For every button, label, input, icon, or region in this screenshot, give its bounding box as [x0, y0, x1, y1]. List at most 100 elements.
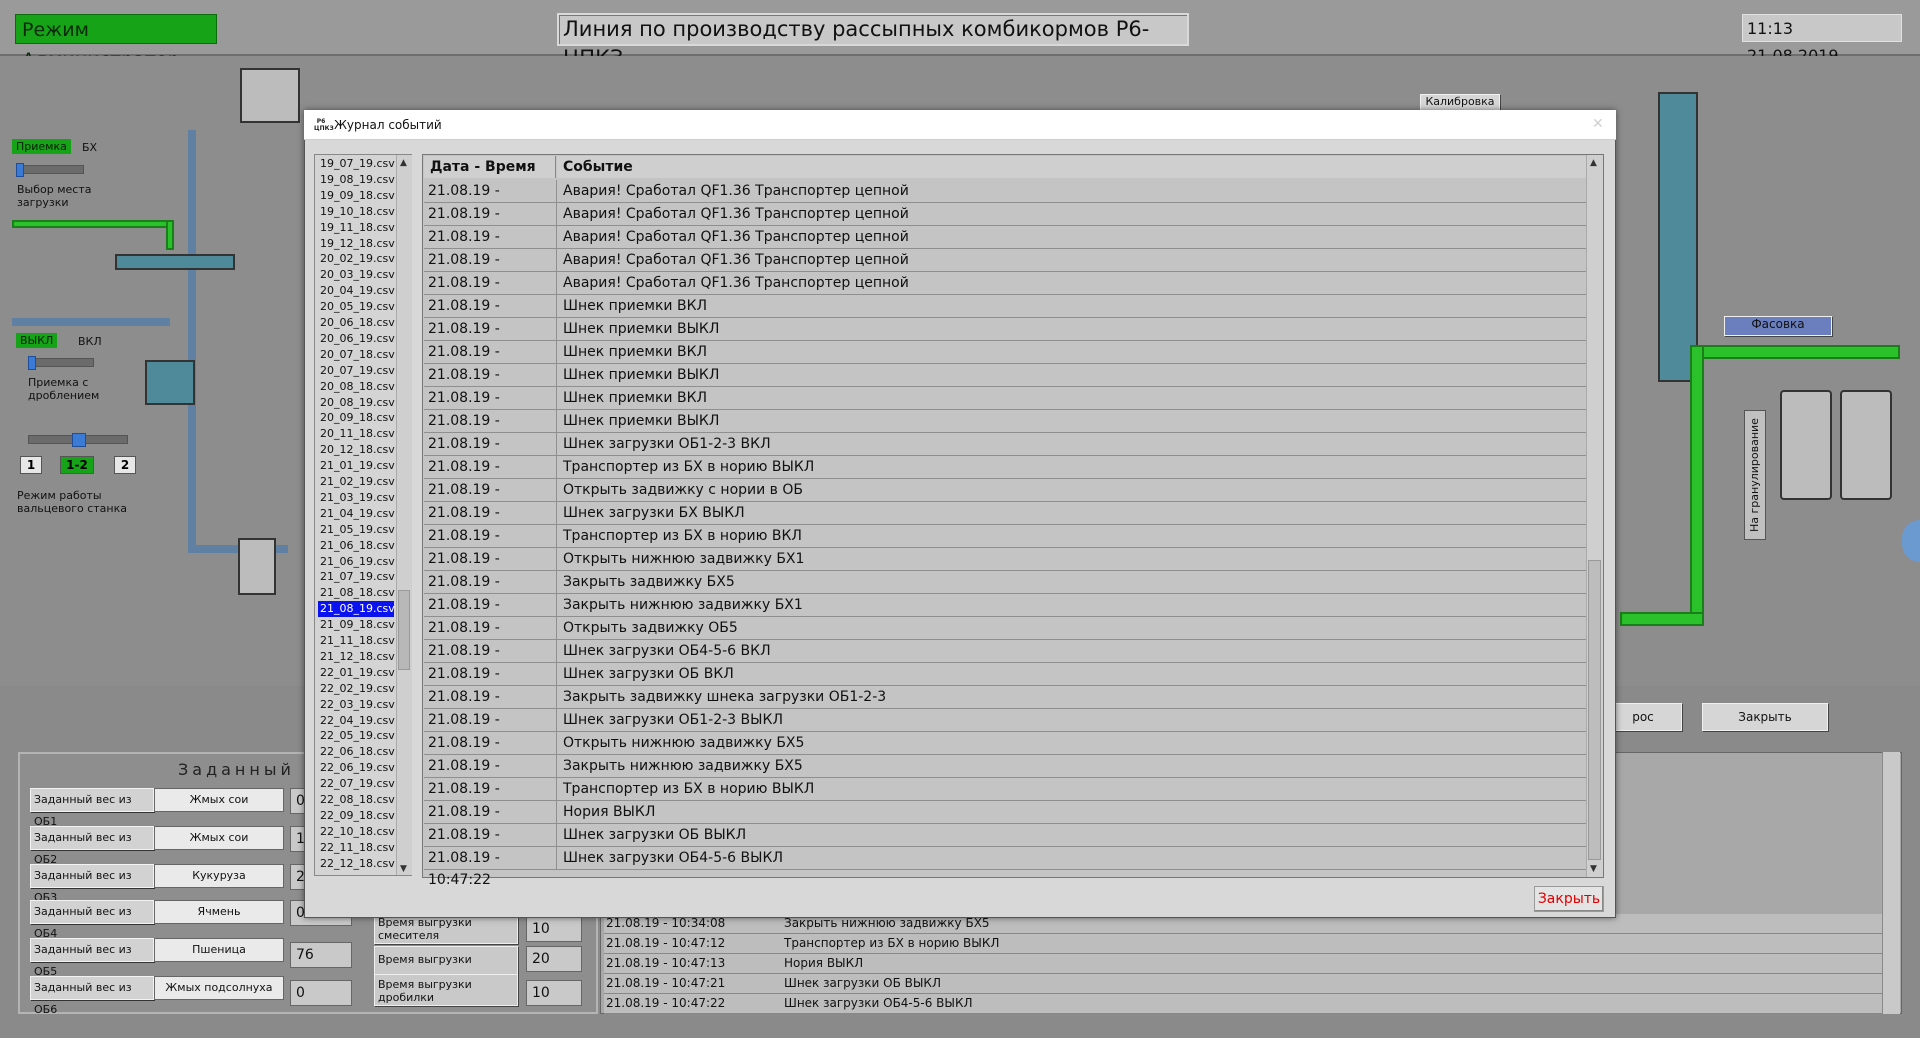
crush-toggle-right[interactable]: ВКЛ — [78, 335, 102, 348]
table-row[interactable]: 21.08.19 - 10:47:21Шнек загрузки ОБ ВЫКЛ — [424, 824, 1586, 865]
file-item[interactable]: 22_04_19.csv — [318, 713, 395, 729]
file-item[interactable]: 22_09_18.csv — [318, 808, 395, 824]
file-item[interactable]: 20_08_18.csv — [318, 379, 395, 395]
file-item[interactable]: 19_08_19.csv — [318, 172, 395, 188]
file-item[interactable]: 19_07_19.csv — [318, 156, 395, 172]
file-item[interactable]: 22_08_18.csv — [318, 792, 395, 808]
table-row[interactable]: 21.08.19 - 10:02:14Шнек приемки ВКЛ — [424, 341, 1586, 382]
events-scroll-up-icon[interactable]: ▲ — [1590, 158, 1597, 168]
file-item[interactable]: 19_10_18.csv — [318, 204, 395, 220]
table-row[interactable]: 21.08.19 - 10:24:28Закрыть нижнюю задвиж… — [424, 594, 1586, 635]
weight-label-ob4[interactable]: Заданный вес из ОБ4 — [30, 900, 154, 940]
dialog-titlebar[interactable] — [304, 110, 1616, 140]
file-item[interactable]: 21_08_18.csv — [318, 585, 395, 601]
file-item[interactable]: 21_02_19.csv — [318, 474, 395, 490]
weight-label-ob2[interactable]: Заданный вес из ОБ2 — [30, 826, 154, 866]
packing-button[interactable]: Фасовка — [1724, 316, 1832, 336]
file-item[interactable]: 22_05_19.csv — [318, 728, 395, 744]
granulation-label[interactable]: На гранулирование — [1744, 410, 1766, 540]
table-row[interactable]: 21.08.19 - 10:34:08Закрыть нижнюю задвиж… — [424, 755, 1586, 796]
table-row[interactable]: 21.08.19 - 10:29:06Шнек загрузки ОБ4-5-6… — [424, 640, 1586, 681]
events-scroll-thumb[interactable] — [1588, 560, 1601, 860]
crush-slider[interactable] — [28, 358, 94, 367]
file-item[interactable]: 19_11_18.csv — [318, 220, 395, 236]
weight-material-ob4[interactable]: Ячмень — [154, 900, 284, 924]
file-item[interactable]: 22_02_19.csv — [318, 681, 395, 697]
table-row[interactable]: 21.08.19 - 10:01:54Авария! Сработал QF1.… — [424, 272, 1586, 313]
file-item[interactable]: 21_01_19.csv — [318, 458, 395, 474]
plant-close-button[interactable]: Закрыть — [1702, 703, 1828, 731]
roller-mode-knob[interactable] — [72, 433, 86, 447]
table-row[interactable]: 21.08.19 - 10:02:16Шнек приемки ВЫКЛ — [424, 364, 1586, 405]
table-row[interactable]: 21.08.19 - 10:01:22Авария! Сработал QF1.… — [424, 249, 1586, 290]
file-item[interactable]: 22_06_18.csv — [318, 744, 395, 760]
file-item[interactable]: 21_06_19.csv — [318, 554, 395, 570]
table-row[interactable]: 21.08.19 - 10:20:21Шнек загрузки ОБ1-2-3… — [424, 433, 1586, 474]
weight-material-ob2[interactable]: Жмых сои — [154, 826, 284, 850]
load-place-knob[interactable] — [16, 163, 24, 177]
weight-material-ob1[interactable]: Жмых сои — [154, 788, 284, 812]
file-item[interactable]: 21_05_19.csv — [318, 522, 395, 538]
weight-material-ob6[interactable]: Жмых подсолнуха — [154, 976, 284, 1000]
file-item[interactable]: 20_12_18.csv — [318, 442, 395, 458]
file-item[interactable]: 21_12_18.csv — [318, 649, 395, 665]
file-item[interactable]: 20_03_19.csv — [318, 267, 395, 283]
file-item[interactable]: 21_09_18.csv — [318, 617, 395, 633]
file-item[interactable]: 20_07_18.csv — [318, 347, 395, 363]
time-value-crusher[interactable]: 10 — [526, 980, 582, 1006]
table-row[interactable]: 21.08.19 - 10:20:13Шнек приемки ВЫКЛ — [424, 410, 1586, 451]
receiving-toggle-right[interactable]: БХ — [82, 141, 97, 154]
file-item[interactable]: 20_06_19.csv — [318, 331, 395, 347]
screw-conveyor-receiving[interactable] — [115, 254, 235, 270]
table-row[interactable]: 21.08.19 - 10:29:14Шнек загрузки ОБ1-2-3… — [424, 709, 1586, 750]
file-item[interactable]: 22_12_18.csv — [318, 856, 395, 872]
file-item[interactable]: 21_11_18.csv — [318, 633, 395, 649]
file-item[interactable]: 19_09_18.csv — [318, 188, 395, 204]
weight-value-ob6[interactable]: 0 — [290, 980, 352, 1006]
crush-toggle-left[interactable]: ВЫКЛ — [16, 333, 58, 348]
receiving-toggle-left[interactable]: Приемка — [12, 139, 71, 154]
file-item[interactable]: 22_07_19.csv — [318, 776, 395, 792]
file-item[interactable]: 20_07_19.csv — [318, 363, 395, 379]
file-list-scroll-thumb[interactable] — [398, 590, 410, 670]
scroll-down-icon[interactable]: ▼ — [400, 864, 407, 874]
file-item[interactable]: 22_06_19.csv — [318, 760, 395, 776]
time-value-mixer[interactable]: 10 — [526, 916, 582, 942]
file-item[interactable]: 21_07_19.csv — [318, 569, 395, 585]
crush-knob[interactable] — [28, 356, 36, 370]
weight-label-ob5[interactable]: Заданный вес из ОБ5 — [30, 938, 154, 978]
roller-mode-1[interactable]: 1 — [20, 456, 42, 474]
column-header-date[interactable]: Дата - Время — [424, 156, 556, 178]
roller-mill[interactable] — [145, 360, 195, 405]
file-item[interactable]: 22_10_18.csv — [318, 824, 395, 840]
table-row[interactable]: 21.08.19 - 10:29:16Открыть нижнюю задвиж… — [424, 732, 1586, 773]
time-label-crusher[interactable]: Время выгрузки дробилки — [374, 974, 518, 1006]
table-row[interactable]: 21.08.19 - 10:47:12Транспортер из БХ в н… — [424, 778, 1586, 819]
weight-label-ob1[interactable]: Заданный вес из ОБ1 — [30, 788, 154, 828]
weight-label-ob3[interactable]: Заданный вес из ОБ3 — [30, 864, 154, 904]
crusher[interactable] — [238, 538, 276, 595]
file-item[interactable]: 22_03_19.csv — [318, 697, 395, 713]
file-item[interactable]: 20_04_19.csv — [318, 283, 395, 299]
dialog-close-button[interactable]: Закрыть — [1534, 886, 1604, 912]
file-list-scrollbar[interactable] — [396, 155, 412, 875]
weight-label-ob6[interactable]: Заданный вес из ОБ6 — [30, 976, 154, 1016]
table-row[interactable]: 21.08.19 - 10:29:06Шнек загрузки ОБ ВКЛ — [424, 663, 1586, 704]
time-value-bunker[interactable]: 20 — [526, 946, 582, 972]
load-place-slider[interactable] — [16, 165, 84, 174]
table-row[interactable]: 21.08.19 - 09:59:14Авария! Сработал QF1.… — [424, 180, 1586, 221]
roller-mode-2[interactable]: 2 — [114, 456, 136, 474]
scroll-up-icon[interactable]: ▲ — [400, 158, 407, 168]
roller-mode-1-2[interactable]: 1-2 — [60, 456, 94, 474]
table-row[interactable]: 21.08.19 - 10:20:52Транспортер из БХ в н… — [424, 456, 1586, 497]
weight-material-ob3[interactable]: Кукуруза — [154, 864, 284, 888]
table-row[interactable]: 21.08.19 - 10:47:13Нория ВЫКЛ — [424, 801, 1586, 842]
events-scroll-down-icon[interactable]: ▼ — [1590, 864, 1597, 874]
admin-mode-indicator[interactable]: Режим Администратор — [15, 14, 217, 71]
file-item[interactable]: 20_09_18.csv — [318, 410, 395, 426]
table-row[interactable]: 21.08.19 - 10:21:09Открыть нижнюю задвиж… — [424, 548, 1586, 589]
table-row[interactable]: 21.08.19 - 10:00:50Авария! Сработал QF1.… — [424, 203, 1586, 244]
table-row[interactable]: 21.08.19 - 10:29:08Закрыть задвижку шнек… — [424, 686, 1586, 727]
file-item[interactable]: 21_04_19.csv — [318, 506, 395, 522]
file-item[interactable]: 20_02_19.csv — [318, 251, 395, 267]
